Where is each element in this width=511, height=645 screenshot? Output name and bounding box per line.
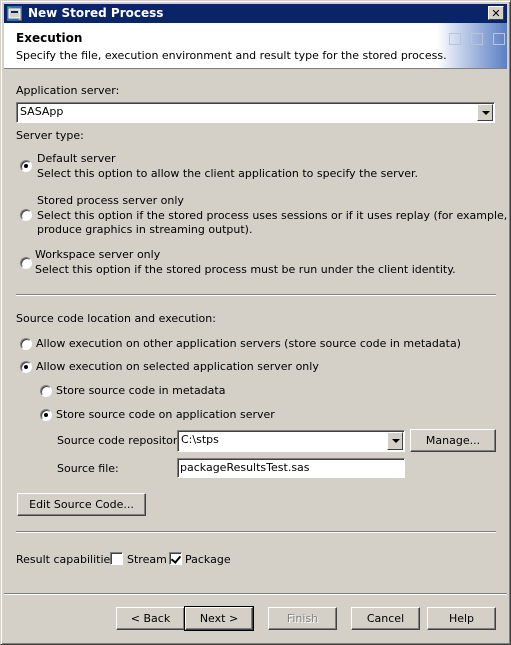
- stored-process-server-description-cont: produce graphics in streaming output).: [37, 223, 253, 236]
- title-bar: New Stored Process ✕: [4, 4, 507, 23]
- workspace-server-description: Select this option if the stored process…: [35, 263, 456, 276]
- source-file-value: packageResultsTest.sas: [180, 461, 310, 474]
- stored-process-server-radio[interactable]: [20, 209, 32, 221]
- source-code-label: Source code location and execution:: [16, 312, 216, 325]
- result-capabilities-label: Result capabilities:: [16, 553, 120, 566]
- stored-process-icon: [7, 6, 22, 21]
- allow-selected-server-label: Allow execution on selected application …: [36, 360, 319, 373]
- default-server-title: Default server: [37, 152, 116, 165]
- store-on-server-label: Store source code on application server: [56, 408, 275, 421]
- workspace-server-title: Workspace server only: [35, 248, 161, 261]
- store-on-server-radio[interactable]: [40, 409, 52, 421]
- default-server-description: Select this option to allow the client a…: [37, 167, 418, 180]
- source-repository-value: C:\stps: [181, 433, 219, 446]
- chevron-down-icon[interactable]: [387, 432, 403, 450]
- stored-process-server-title: Stored process server only: [37, 194, 184, 207]
- decorative-square-icon: [493, 33, 505, 45]
- repository-label: Source code repository:: [57, 434, 187, 447]
- decorative-square-icon: [471, 33, 483, 45]
- default-server-radio[interactable]: [20, 160, 32, 172]
- stream-label: Stream: [127, 553, 167, 566]
- allow-other-servers-radio[interactable]: [20, 338, 32, 350]
- separator: [16, 294, 496, 296]
- store-in-metadata-label: Store source code in metadata: [56, 384, 226, 397]
- stream-checkbox[interactable]: [110, 552, 123, 565]
- application-server-value: SASApp: [20, 105, 64, 118]
- manage-button[interactable]: Manage...: [410, 429, 496, 452]
- header-gradient: [437, 23, 507, 68]
- wizard-header: Execution Specify the file, execution en…: [4, 23, 507, 69]
- separator: [16, 531, 496, 533]
- page-subtitle: Specify the file, execution environment …: [16, 49, 447, 62]
- application-server-label: Application server:: [16, 84, 120, 97]
- source-file-input[interactable]: packageResultsTest.sas: [177, 458, 405, 478]
- source-repository-select[interactable]: C:\stps: [177, 430, 405, 452]
- cancel-button[interactable]: Cancel: [351, 607, 420, 630]
- stored-process-server-description: Select this option if the stored process…: [37, 209, 511, 222]
- close-icon: ✕: [491, 6, 501, 20]
- allow-selected-server-radio[interactable]: [20, 361, 32, 373]
- new-stored-process-dialog: New Stored Process ✕ Execution Specify t…: [0, 0, 511, 645]
- decorative-square-icon: [449, 33, 461, 45]
- footer-separator: [4, 593, 507, 595]
- source-file-label: Source file:: [57, 462, 119, 475]
- window-title: New Stored Process: [28, 6, 164, 20]
- server-type-label: Server type:: [16, 129, 84, 142]
- package-checkbox[interactable]: [169, 552, 182, 565]
- package-label: Package: [185, 553, 231, 566]
- edit-source-code-button[interactable]: Edit Source Code...: [17, 493, 146, 516]
- page-title: Execution: [16, 31, 83, 45]
- application-server-select[interactable]: SASApp: [16, 102, 495, 123]
- help-button[interactable]: Help: [427, 607, 496, 630]
- next-button[interactable]: Next >: [184, 606, 254, 631]
- chevron-down-icon[interactable]: [477, 104, 493, 121]
- back-button[interactable]: < Back: [116, 607, 185, 630]
- store-in-metadata-radio[interactable]: [40, 385, 52, 397]
- allow-other-servers-label: Allow execution on other application ser…: [36, 337, 461, 350]
- finish-button[interactable]: Finish: [268, 607, 337, 630]
- workspace-server-radio[interactable]: [20, 257, 32, 269]
- close-button[interactable]: ✕: [488, 6, 504, 20]
